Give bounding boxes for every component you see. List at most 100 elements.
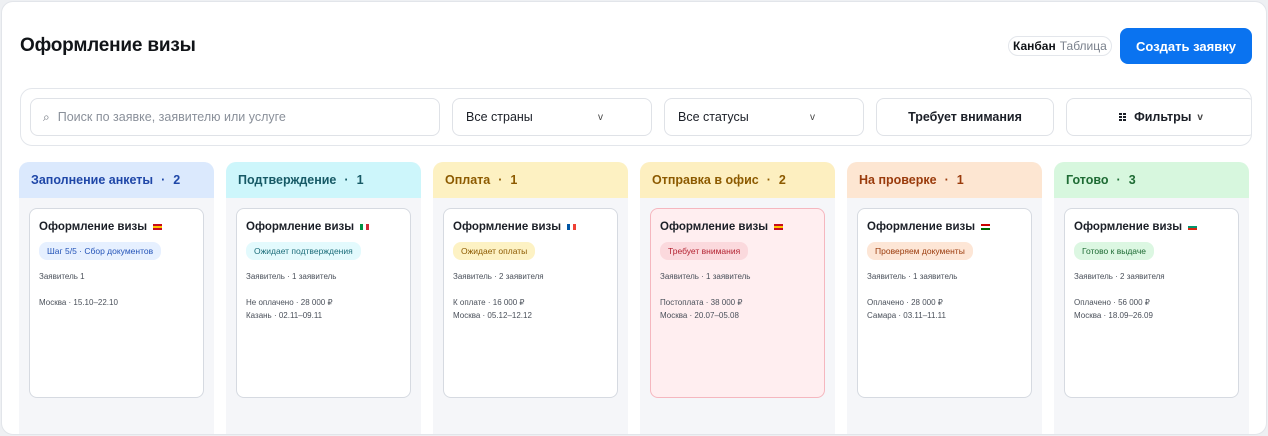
kanban-column: Отправка в офис · 2 Оформление визы Треб… — [640, 162, 835, 434]
card-detail-line: Постоплата · 38 000 ₽ — [660, 298, 743, 307]
column-title: Отправка в офис — [652, 173, 759, 187]
status-badge: Ожидает оплаты — [453, 242, 536, 260]
status-badge: Шаг 5/5 · Сбор документов — [39, 242, 162, 260]
status-badge: Готово к выдаче — [1074, 242, 1154, 260]
column-title: Оплата — [445, 173, 491, 187]
card-title-row: Оформление визы — [453, 221, 608, 233]
status-badge: Ожидает подтверждения — [246, 242, 361, 260]
card-title: Оформление визы — [39, 221, 148, 233]
column-header: На проверке · 1 — [847, 162, 1042, 198]
status-badge: Требует внимания — [660, 242, 749, 260]
card-detail-line: Москва · 15.10–22.10 — [39, 298, 118, 307]
kanban-column: Заполнение анкеты · 2 Оформление визы Ша… — [19, 162, 214, 434]
card-title: Оформление визы — [1074, 221, 1183, 233]
column-header: Подтверждение · 1 — [226, 162, 421, 198]
tajikistan-flag-icon — [981, 224, 991, 230]
card-applicants: Заявитель · 1 заявитель — [246, 272, 337, 281]
card-details: Постоплата · 38 000 ₽ Москва · 20.07–05.0… — [660, 296, 815, 322]
country-select-value: Все страны — [466, 110, 533, 124]
separator-dot: · — [161, 173, 166, 187]
country-select[interactable]: Все страны v — [452, 98, 652, 136]
card-applicants: Заявитель · 1 заявитель — [867, 272, 958, 281]
card-applicants: Заявитель · 2 заявителя — [453, 272, 544, 281]
column-count: 1 — [510, 173, 518, 187]
card-title: Оформление визы — [453, 221, 562, 233]
card-title-row: Оформление визы — [246, 221, 401, 233]
search-icon: ⌕ — [43, 109, 50, 124]
filters-button[interactable]: Фильтры v — [1066, 98, 1251, 136]
request-card[interactable]: Оформление визы Требует внимания Заявите… — [650, 208, 825, 398]
card-detail-line: Оплачено · 28 000 ₽ — [867, 298, 943, 307]
kanban-column: На проверке · 1 Оформление визы Проверяе… — [847, 162, 1042, 434]
column-title: На проверке — [859, 173, 937, 187]
column-title: Заполнение анкеты — [31, 173, 154, 187]
spain-flag-icon — [153, 224, 163, 230]
separator-dot: · — [498, 173, 503, 187]
card-applicants: Заявитель 1 — [39, 272, 85, 281]
separator-dot: · — [344, 173, 349, 187]
card-title: Оформление визы — [660, 221, 769, 233]
separator-dot: · — [766, 173, 771, 187]
kanban-column: Оплата · 1 Оформление визы Ожидает оплат… — [433, 162, 628, 434]
view-option-kanban[interactable]: Канбан — [1013, 39, 1056, 53]
column-count: 1 — [956, 173, 964, 187]
card-detail-line: Москва · 05.12–12.12 — [453, 311, 532, 320]
card-title: Оформление визы — [867, 221, 976, 233]
card-details: Оплачено · 28 000 ₽ Самара · 03.11–11.11 — [867, 296, 1022, 322]
filter-grid-icon — [1119, 113, 1127, 121]
separator-dot: · — [944, 173, 949, 187]
column-count: 2 — [778, 173, 786, 187]
page-title: Оформление визы — [20, 35, 196, 56]
card-detail-line: Москва · 18.09–26.09 — [1074, 311, 1153, 320]
card-applicants: Заявитель · 1 заявитель — [660, 272, 751, 281]
view-option-table[interactable]: Таблица — [1060, 39, 1107, 53]
card-details: Не оплачено · 28 000 ₽ Казань · 02.11–09.… — [246, 296, 401, 322]
kanban-column: Готово · 3 Оформление визы Готово к выда… — [1054, 162, 1249, 434]
card-title-row: Оформление визы — [1074, 221, 1229, 233]
column-count: 2 — [173, 173, 181, 187]
status-select-value: Все статусы — [678, 110, 749, 124]
separator-dot: · — [1116, 173, 1121, 187]
request-card[interactable]: Оформление визы Ожидает подтверждения За… — [236, 208, 411, 398]
card-title: Оформление визы — [246, 221, 355, 233]
needs-attention-button[interactable]: Требует внимания — [876, 98, 1054, 136]
column-header: Отправка в офис · 2 — [640, 162, 835, 198]
card-detail-line: Не оплачено · 28 000 ₽ — [246, 298, 333, 307]
status-badge: Проверяем документы — [867, 242, 973, 260]
request-card[interactable]: Оформление визы Ожидает оплаты Заявитель… — [443, 208, 618, 398]
view-toggle[interactable]: Канбан Таблица — [1008, 36, 1112, 56]
card-detail-line: К оплате · 16 000 ₽ — [453, 298, 525, 307]
france-flag-icon — [567, 224, 577, 230]
search-input[interactable]: ⌕ Поиск по заявке, заявителю или услуге — [30, 98, 440, 136]
column-header: Оплата · 1 — [433, 162, 628, 198]
card-detail-line: Самара · 03.11–11.11 — [867, 311, 946, 320]
card-detail-line: Москва · 20.07–05.08 — [660, 311, 739, 320]
column-header: Готово · 3 — [1054, 162, 1249, 198]
card-applicants: Заявитель · 2 заявителя — [1074, 272, 1165, 281]
column-count: 1 — [356, 173, 364, 187]
bulgaria-flag-icon — [1188, 224, 1198, 230]
column-title: Готово — [1066, 173, 1109, 187]
request-card[interactable]: Оформление визы Готово к выдаче Заявител… — [1064, 208, 1239, 398]
card-details: К оплате · 16 000 ₽ Москва · 05.12–12.12 — [453, 296, 608, 322]
card-title-row: Оформление визы — [867, 221, 1022, 233]
card-title-row: Оформление визы — [660, 221, 815, 233]
chevron-down-icon: v — [598, 112, 603, 123]
column-title: Подтверждение — [238, 173, 337, 187]
card-details: Оплачено · 56 000 ₽ Москва · 18.09–26.09 — [1074, 296, 1229, 322]
create-request-button[interactable]: Создать заявку — [1120, 28, 1252, 64]
request-card[interactable]: Оформление визы Проверяем документы Заяв… — [857, 208, 1032, 398]
request-card[interactable]: Оформление визы Шаг 5/5 · Сбор документо… — [29, 208, 204, 398]
filters-label: Фильтры — [1134, 110, 1192, 124]
italy-flag-icon — [360, 224, 370, 230]
spain-flag-icon — [774, 224, 784, 230]
column-count: 3 — [1128, 173, 1136, 187]
card-detail-line: Оплачено · 56 000 ₽ — [1074, 298, 1150, 307]
chevron-down-icon: v — [1197, 111, 1203, 123]
status-select[interactable]: Все статусы v — [664, 98, 864, 136]
column-header: Заполнение анкеты · 2 — [19, 162, 214, 198]
card-details: Москва · 15.10–22.10 — [39, 296, 194, 309]
filter-toolbar: ⌕ Поиск по заявке, заявителю или услуге … — [20, 88, 1252, 146]
search-placeholder: Поиск по заявке, заявителю или услуге — [57, 110, 286, 124]
app-window: Оформление визы Канбан Таблица Создать з… — [1, 1, 1267, 435]
